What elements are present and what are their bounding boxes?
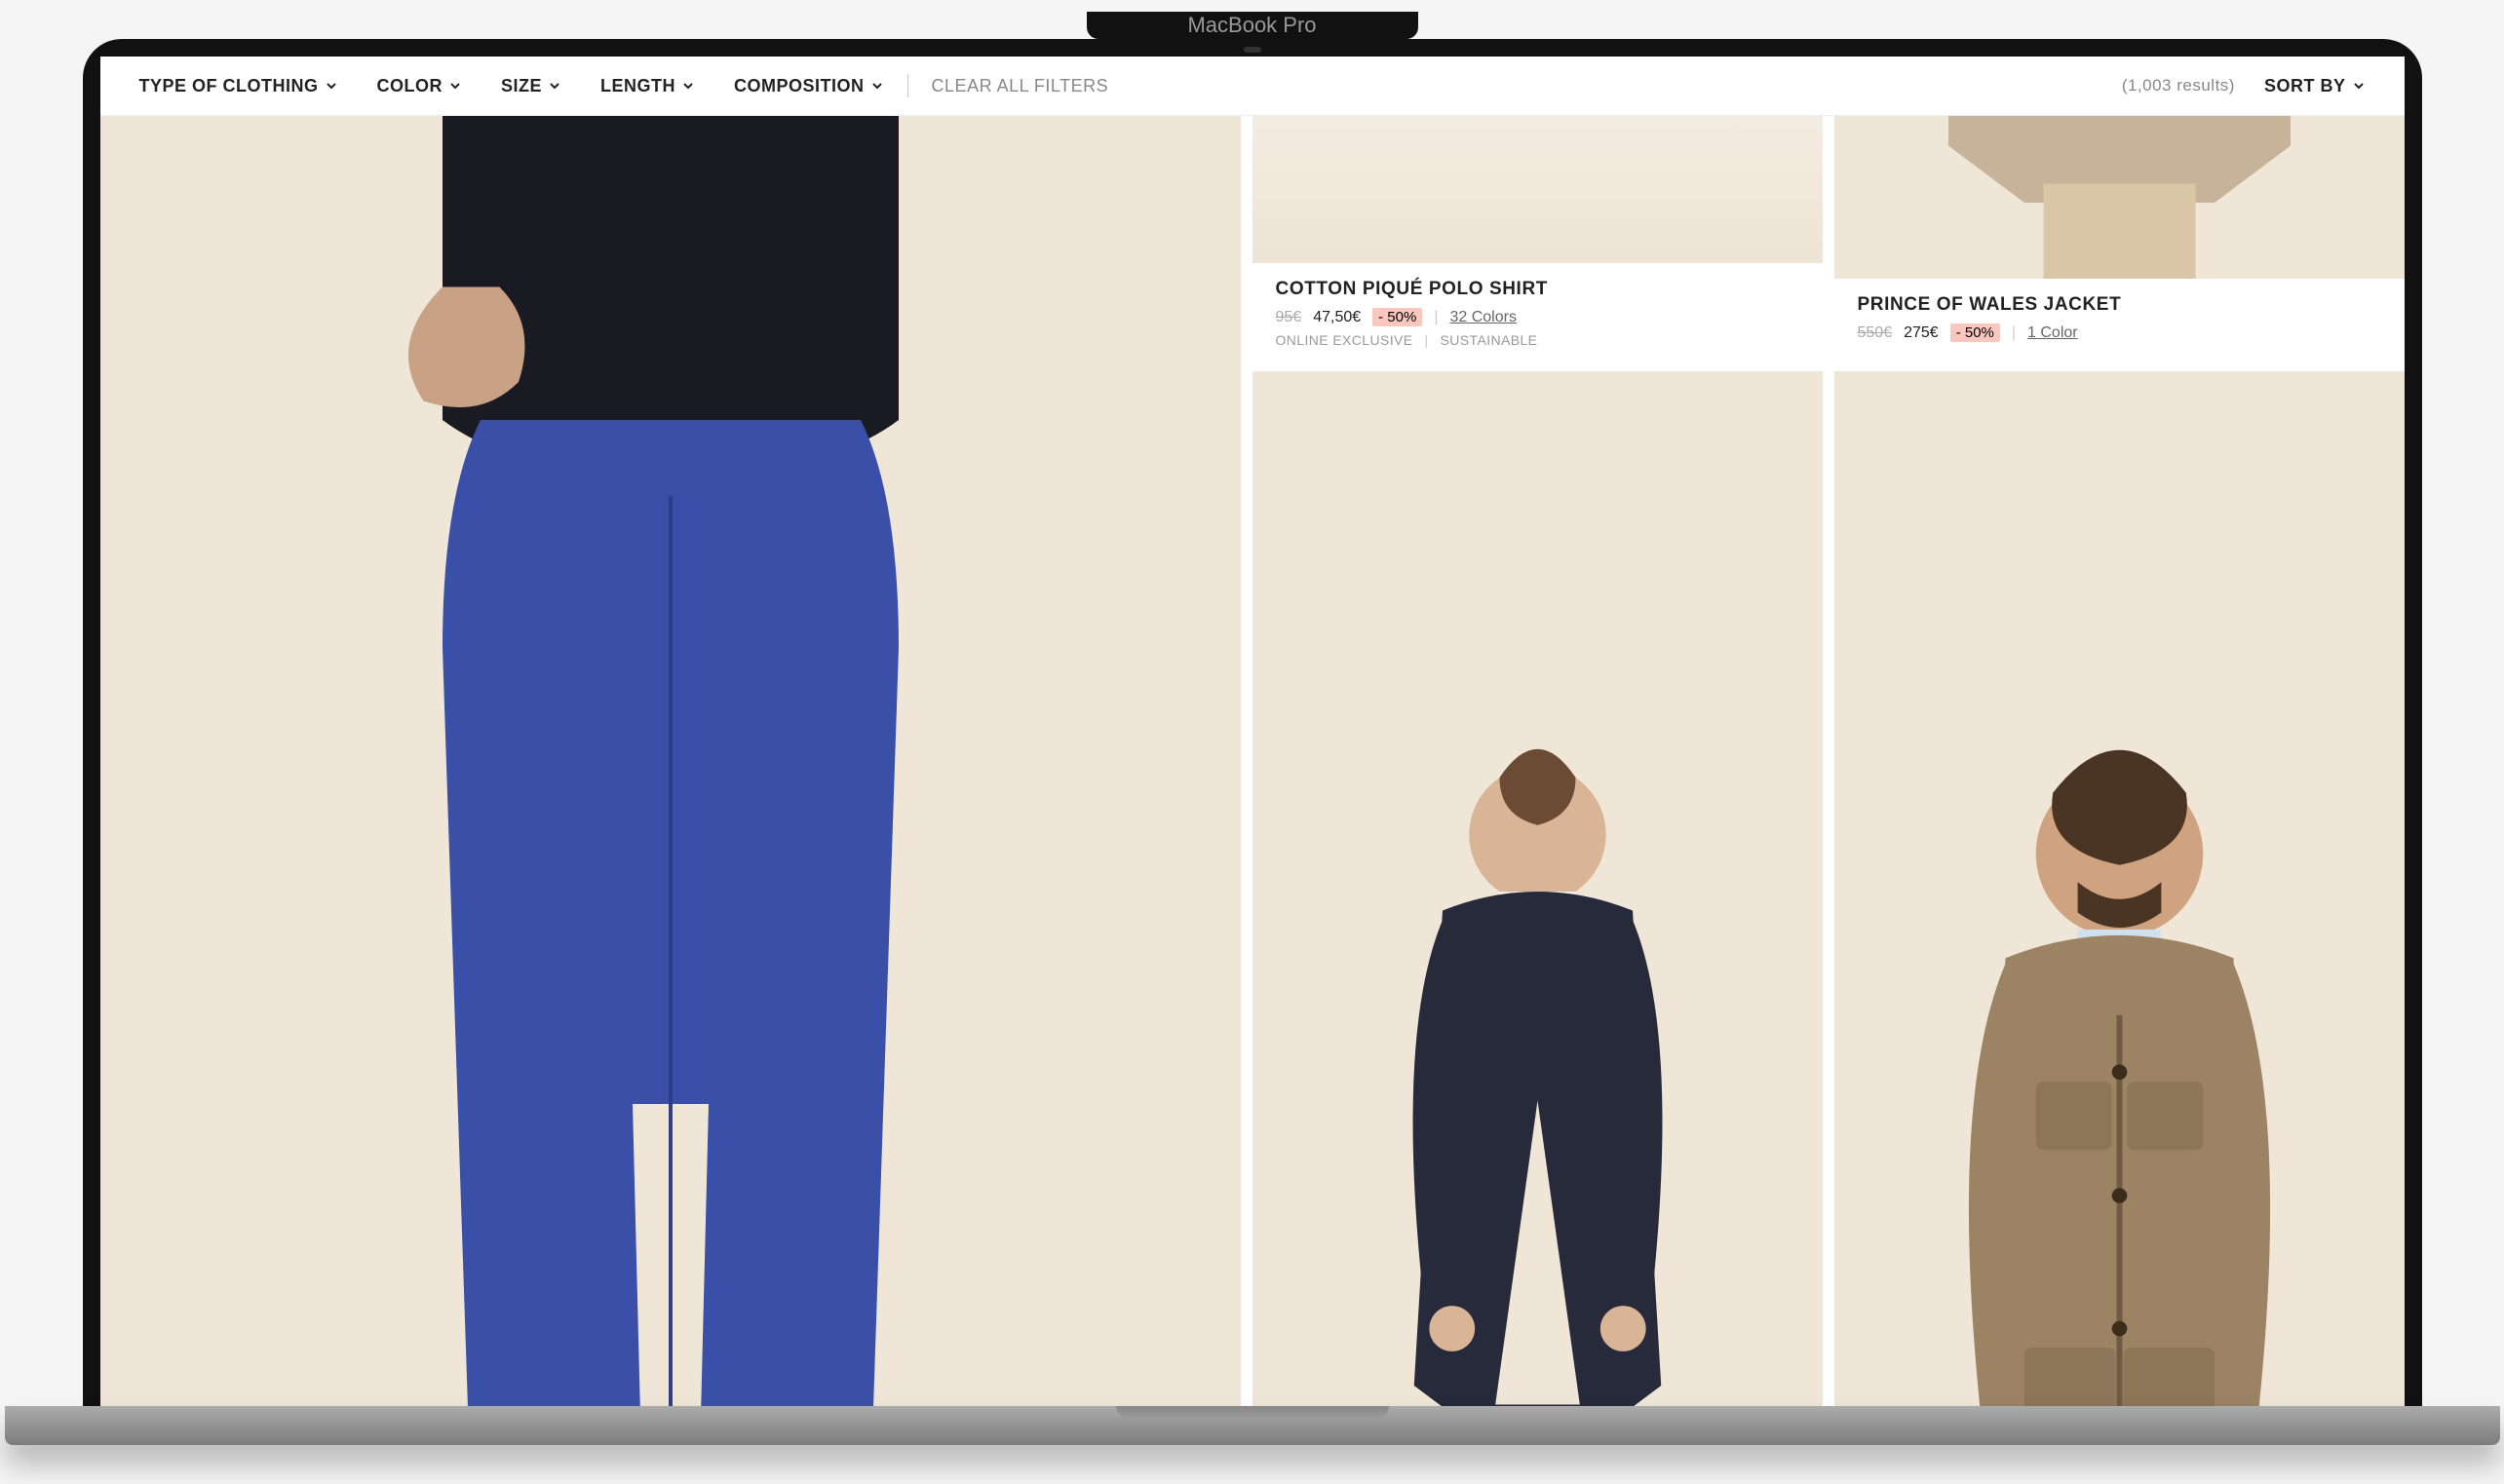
filter-composition[interactable]: COMPOSITION <box>734 76 884 96</box>
filter-type-of-clothing[interactable]: TYPE OF CLOTHING <box>139 76 338 96</box>
separator: | <box>1425 332 1429 348</box>
product-image[interactable] <box>1252 371 1823 1406</box>
product-image[interactable] <box>1834 371 2405 1406</box>
old-price: 95€ <box>1276 309 1302 326</box>
browser-viewport: TYPE OF CLOTHING COLOR SIZE <box>100 57 2405 1406</box>
product-card-polo: COTTON PIQUÉ POLO SHIRT 95€ 47,50€ - 50%… <box>1252 116 1823 360</box>
product-title[interactable]: COTTON PIQUÉ POLO SHIRT <box>1276 279 1799 300</box>
old-price: 550€ <box>1858 324 1893 342</box>
tag: ONLINE EXCLUSIVE <box>1276 332 1413 348</box>
chevron-down-icon <box>548 79 561 93</box>
filter-size[interactable]: SIZE <box>501 76 561 96</box>
tags-row: ONLINE EXCLUSIVE | SUSTAINABLE <box>1276 332 1799 348</box>
filter-bar: TYPE OF CLOTHING COLOR SIZE <box>100 57 2405 116</box>
chevron-down-icon <box>325 79 338 93</box>
product-card-kensington: KENSINGTON SLIM CHINO 140€ 70€ - 50% | 9… <box>100 116 1241 1406</box>
chevron-down-icon <box>681 79 695 93</box>
filter-label: COMPOSITION <box>734 76 865 96</box>
filter-label: SIZE <box>501 76 542 96</box>
filter-right: (1,003 results) SORT BY <box>2122 76 2366 96</box>
product-info: PRINCE OF WALES JACKET 550€ 275€ - 50% |… <box>1834 279 2405 360</box>
discount-badge: - 50% <box>1950 323 2000 342</box>
price-row: 550€ 275€ - 50% | 1 Color <box>1858 323 2381 342</box>
colors-link[interactable]: 32 Colors <box>1449 309 1516 326</box>
device-label: MacBook Pro <box>1087 12 1418 39</box>
discount-badge: - 50% <box>1372 308 1422 326</box>
sort-label: SORT BY <box>2264 76 2346 96</box>
price-row: 95€ 47,50€ - 50% | 32 Colors <box>1276 308 1799 326</box>
product-card-prince-jacket: PRINCE OF WALES JACKET 550€ 275€ - 50% |… <box>1834 116 2405 360</box>
filter-length[interactable]: LENGTH <box>600 76 695 96</box>
filter-label: LENGTH <box>600 76 675 96</box>
product-card-saharan-jacket: SAHARAN SUEDE JACKET 750€ 375€ - 50% | 1… <box>1834 371 2405 1406</box>
product-info: COTTON PIQUÉ POLO SHIRT 95€ 47,50€ - 50%… <box>1252 263 1823 360</box>
clear-all-filters[interactable]: CLEAR ALL FILTERS <box>932 76 1109 96</box>
laptop-screen: TYPE OF CLOTHING COLOR SIZE <box>83 39 2422 1406</box>
product-card-wool-suit: WOOL SUIT 690€ 345€ - 50% | 1 Color <box>1252 371 1823 1406</box>
filter-color[interactable]: COLOR <box>377 76 463 96</box>
chevron-down-icon <box>448 79 462 93</box>
divider <box>907 74 908 97</box>
filter-label: TYPE OF CLOTHING <box>139 76 319 96</box>
filter-label: COLOR <box>377 76 443 96</box>
colors-link[interactable]: 1 Color <box>2027 324 2078 342</box>
results-count: (1,003 results) <box>2122 76 2235 95</box>
tag: SUSTAINABLE <box>1441 332 1538 348</box>
camera-notch <box>1244 47 1261 53</box>
product-grid: KENSINGTON SLIM CHINO 140€ 70€ - 50% | 9… <box>100 116 2405 1406</box>
product-image[interactable] <box>100 116 1241 1406</box>
product-image[interactable] <box>1252 116 1823 263</box>
product-image[interactable] <box>1834 116 2405 279</box>
chevron-down-icon <box>2352 79 2366 93</box>
sale-price: 47,50€ <box>1313 309 1361 326</box>
filter-group: TYPE OF CLOTHING COLOR SIZE <box>139 76 884 96</box>
separator: | <box>1434 309 1438 326</box>
sale-price: 275€ <box>1904 324 1939 342</box>
laptop-frame: TYPE OF CLOTHING COLOR SIZE <box>83 39 2422 1445</box>
separator: | <box>2012 324 2016 342</box>
sort-by[interactable]: SORT BY <box>2264 76 2366 96</box>
product-title[interactable]: PRINCE OF WALES JACKET <box>1858 294 2381 316</box>
chevron-down-icon <box>870 79 884 93</box>
laptop-base <box>5 1406 2500 1445</box>
